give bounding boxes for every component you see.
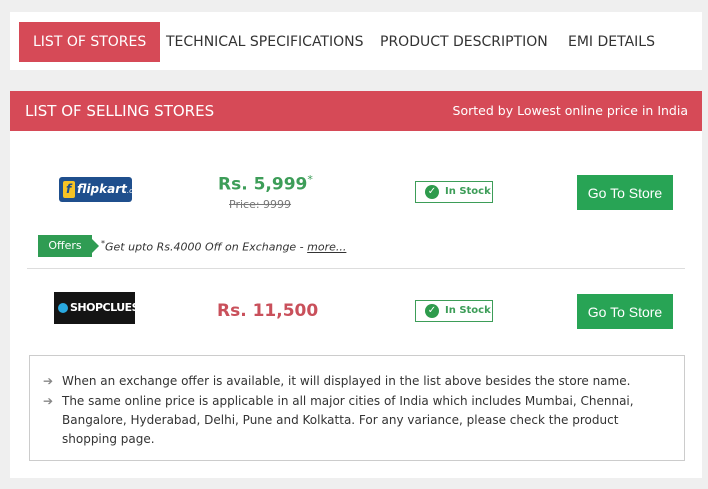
shopclues-logo-text: SHOPCLUES [70,301,140,314]
note-text: When an exchange offer is available, it … [62,374,631,388]
stores-title: LIST OF SELLING STORES [25,102,215,120]
flipkart-bag-icon: f [63,181,75,198]
tabs-bar: LIST OF STORES TECHNICAL SPECIFICATIONS … [10,12,702,70]
row-divider [27,268,685,269]
flipkart-old-price: Price: 9999 [229,198,292,211]
notes-box: ➔ When an exchange offer is available, i… [29,355,685,461]
flipkart-logo-suffix: .com [126,187,145,195]
flipkart-stock-badge: ✓ In Stock [415,181,493,203]
offer-more-link[interactable]: more... [307,241,346,254]
note-text: The same online price is applicable in a… [62,394,634,446]
tab-product-description[interactable]: PRODUCT DESCRIPTION [380,22,548,62]
shopclues-price: Rs. 11,500 [217,301,319,321]
flipkart-logo[interactable]: f flipkart.com [59,177,144,202]
shopclues-go-to-store-button[interactable]: Go To Store [577,294,673,329]
offer-description: Get upto Rs.4000 Off on Exchange - [105,240,308,254]
flipkart-price: Rs. 5,999* [218,173,313,195]
tab-technical-specifications[interactable]: TECHNICAL SPECIFICATIONS [166,22,364,62]
stores-panel: LIST OF SELLING STORES Sorted by Lowest … [10,91,702,478]
note-item: ➔ The same online price is applicable in… [43,392,663,449]
check-circle-icon: ✓ [425,304,439,318]
note-item: ➔ When an exchange offer is available, i… [43,372,663,391]
flipkart-go-to-store-button[interactable]: Go To Store [577,175,673,210]
offer-text: *Get upto Rs.4000 Off on Exchange - more… [101,239,346,254]
stock-label: In Stock [445,186,491,197]
arrow-right-icon: ➔ [43,394,54,408]
tab-list-of-stores[interactable]: LIST OF STORES [19,22,161,62]
arrow-right-icon: ➔ [43,374,54,388]
flipkart-logo-text: flipkart [77,182,127,196]
shopclues-logo[interactable]: SHOPCLUES [54,292,140,324]
flipkart-price-mark: * [307,173,313,186]
tab-emi-details[interactable]: EMI DETAILS [568,22,655,62]
sort-text: Sorted by Lowest online price in India [452,103,688,118]
flipkart-price-value: Rs. 5,999 [218,174,308,195]
check-circle-icon: ✓ [425,185,439,199]
shopclues-check-icon [58,303,68,313]
shopclues-stock-badge: ✓ In Stock [415,300,493,322]
stores-header: LIST OF SELLING STORES Sorted by Lowest … [10,91,702,131]
stock-label: In Stock [445,305,491,316]
offers-badge[interactable]: Offers [38,235,99,257]
